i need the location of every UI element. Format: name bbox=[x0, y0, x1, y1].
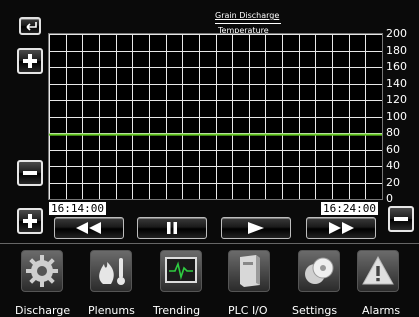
back-arrow-icon bbox=[26, 22, 37, 31]
flame-thermometer-icon bbox=[99, 258, 125, 285]
x-end-label: 16:24:00 bbox=[321, 202, 378, 215]
nav-plc-io[interactable] bbox=[228, 250, 270, 292]
nav-label-trending: Trending bbox=[153, 304, 201, 317]
minus-icon bbox=[393, 211, 409, 227]
nav-trending[interactable] bbox=[160, 250, 202, 292]
y-tick-label: 20 bbox=[386, 176, 400, 189]
nav-label-alarms: Alarms bbox=[362, 304, 401, 317]
y-tick-label: 160 bbox=[386, 60, 407, 73]
gear-icon bbox=[26, 255, 58, 287]
nav-label-plenums: Plenums bbox=[88, 304, 135, 317]
nav-alarms[interactable] bbox=[357, 250, 399, 292]
play-icon bbox=[248, 222, 264, 234]
y-tick-label: 100 bbox=[386, 110, 407, 123]
nav-plenums[interactable] bbox=[90, 250, 132, 292]
legend-grain-discharge-swatch bbox=[215, 23, 281, 24]
plus-icon bbox=[22, 53, 38, 69]
nav-label-discharge: Discharge bbox=[15, 304, 71, 317]
rewind-icon bbox=[76, 222, 101, 234]
y-tick-label: 60 bbox=[386, 143, 400, 156]
back-button[interactable] bbox=[19, 17, 41, 35]
zoom-in-top-button[interactable] bbox=[17, 48, 43, 74]
warning-icon bbox=[362, 255, 394, 285]
nav-discharge[interactable] bbox=[21, 250, 63, 292]
legend-grain-discharge: Grain Discharge bbox=[215, 11, 280, 20]
x-start-label: 16:14:00 bbox=[49, 202, 106, 215]
rewind-button[interactable] bbox=[54, 217, 124, 239]
y-tick-label: 120 bbox=[386, 93, 407, 106]
zoom-out-left-button[interactable] bbox=[17, 160, 43, 186]
nav-label-settings: Settings bbox=[292, 304, 338, 317]
y-tick-label: 80 bbox=[386, 126, 400, 139]
fast-forward-icon bbox=[329, 222, 354, 234]
pause-icon bbox=[167, 222, 177, 234]
minus-icon bbox=[22, 165, 38, 181]
y-tick-label: 200 bbox=[386, 27, 407, 40]
y-tick-label: 40 bbox=[386, 159, 400, 172]
fast-forward-button[interactable] bbox=[306, 217, 376, 239]
zoom-in-bottom-button[interactable] bbox=[17, 208, 43, 234]
nav-settings[interactable] bbox=[298, 250, 340, 292]
y-tick-label: 140 bbox=[386, 77, 407, 90]
discs-icon bbox=[305, 257, 334, 284]
pause-button[interactable] bbox=[137, 217, 207, 239]
trend-chart-svg bbox=[49, 34, 383, 200]
play-button[interactable] bbox=[221, 217, 291, 239]
y-tick-label: 0 bbox=[386, 192, 393, 205]
plc-cabinet-icon bbox=[240, 255, 260, 287]
nav-label-plc-io: PLC I/O bbox=[228, 304, 268, 317]
plus-icon bbox=[22, 213, 38, 229]
y-tick-label: 180 bbox=[386, 44, 407, 57]
trend-chart bbox=[48, 33, 383, 200]
zoom-out-bottom-button[interactable] bbox=[388, 206, 414, 232]
trend-monitor-icon bbox=[165, 257, 197, 283]
divider bbox=[0, 243, 419, 244]
